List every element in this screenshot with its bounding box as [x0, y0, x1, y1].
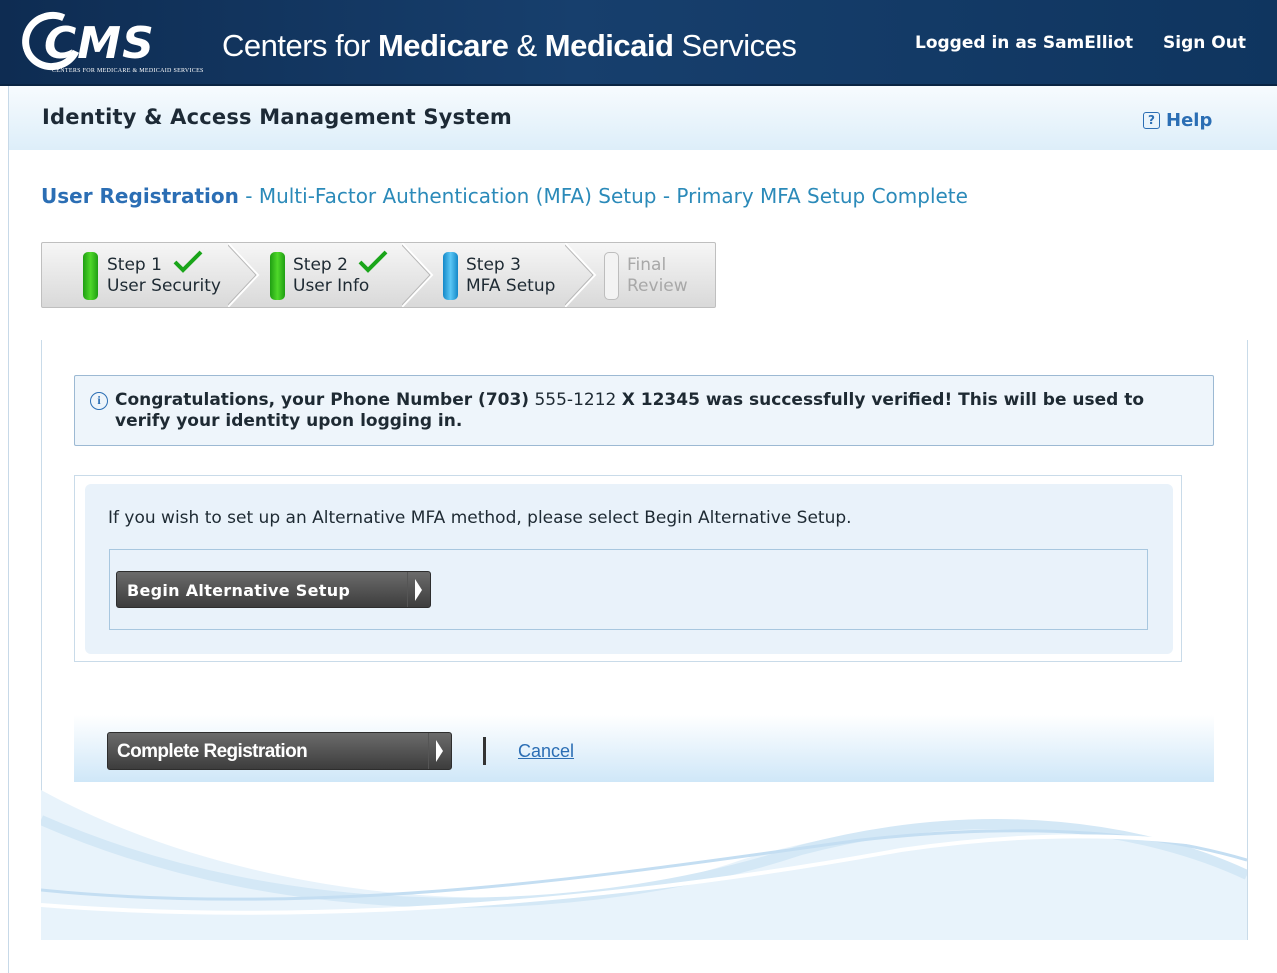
- step-final: Final Review: [597, 243, 715, 307]
- arrow-right-icon: [407, 572, 430, 607]
- step-name: User Security: [107, 276, 221, 296]
- step-complete-indicator: [83, 252, 98, 300]
- step-complete-indicator: [270, 252, 285, 300]
- button-label: Begin Alternative Setup: [127, 581, 351, 600]
- cms-logo-letters: CMS: [44, 18, 155, 69]
- complete-registration-button[interactable]: Complete Registration: [107, 732, 452, 770]
- title-medicare: Medicare: [377, 28, 509, 63]
- title-amp: &: [508, 28, 545, 63]
- checkmark-icon: [358, 250, 388, 273]
- page-title-sub: - Multi-Factor Authentication (MFA) Setu…: [238, 184, 968, 208]
- logged-in-label: Logged in as SamElliot: [915, 33, 1134, 53]
- page-title: User Registration - Multi-Factor Authent…: [41, 184, 968, 208]
- title-medicaid: Medicaid: [544, 28, 674, 63]
- system-title: Identity & Access Management System: [42, 105, 513, 129]
- title-prefix: Centers for: [222, 28, 378, 63]
- notice-phone: 555-1212: [529, 390, 622, 410]
- arrow-right-icon: [428, 733, 451, 769]
- step-pending-indicator: [604, 252, 619, 300]
- cms-logo: CMS CENTERS FOR MEDICARE & MEDICAID SERV…: [13, 3, 212, 80]
- title-suffix: Services: [673, 28, 797, 63]
- content-border: [8, 150, 9, 973]
- step-1: Step 1 User Security: [42, 243, 260, 307]
- decorative-swoosh: [41, 790, 1247, 940]
- info-icon: i: [90, 392, 108, 410]
- cms-logo-subtext: CENTERS FOR MEDICARE & MEDICAID SERVICES: [52, 68, 204, 74]
- sign-out-link[interactable]: Sign Out: [1163, 33, 1246, 53]
- help-link[interactable]: ? Help: [1143, 110, 1212, 131]
- step-2: Step 2 User Info: [252, 243, 434, 307]
- cms-site-title: Centers for Medicare & Medicaid Services: [222, 28, 797, 64]
- checkmark-icon: [173, 250, 203, 273]
- step-name: User Info: [293, 276, 370, 296]
- success-notice: i Congratulations, your Phone Number (70…: [74, 375, 1214, 446]
- chevron-right-icon: [565, 243, 597, 307]
- help-icon: ?: [1143, 112, 1160, 129]
- step-3: Step 3 MFA Setup: [427, 243, 597, 307]
- step-name: Review: [627, 276, 688, 296]
- page-title-main: User Registration: [41, 184, 239, 208]
- step-label: Step 3: [466, 255, 521, 275]
- action-separator: [483, 737, 486, 765]
- success-message: Congratulations, your Phone Number (703)…: [115, 390, 1205, 432]
- system-header: Identity & Access Management System ? He…: [8, 86, 1277, 150]
- registration-stepper: Step 1 User Security Step 2 User Info St…: [41, 242, 716, 308]
- alternative-mfa-instruction: If you wish to set up an Alternative MFA…: [108, 508, 852, 528]
- button-label: Complete Registration: [117, 741, 308, 762]
- step-name: MFA Setup: [466, 276, 556, 296]
- cms-banner: CMS CENTERS FOR MEDICARE & MEDICAID SERV…: [0, 0, 1277, 86]
- step-label: Step 2: [293, 255, 348, 275]
- cancel-link[interactable]: Cancel: [518, 741, 574, 762]
- begin-alternative-setup-button[interactable]: Begin Alternative Setup: [116, 571, 431, 608]
- help-label: Help: [1166, 110, 1213, 131]
- step-label: Step 1: [107, 255, 162, 275]
- step-current-indicator: [443, 252, 458, 300]
- notice-text-a: Congratulations, your Phone Number (703): [115, 390, 530, 410]
- step-label: Final: [627, 255, 667, 275]
